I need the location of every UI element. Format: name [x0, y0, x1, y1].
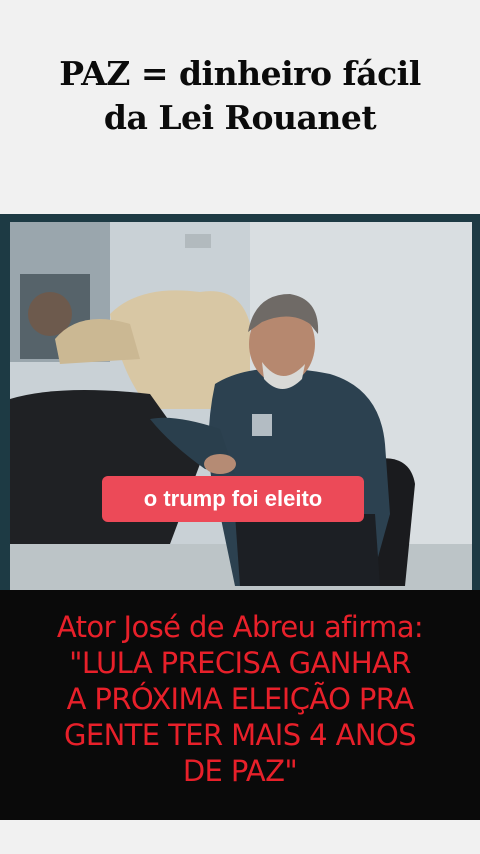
video-caption: o trump foi eleito: [102, 476, 364, 522]
quote-line-1: Ator José de Abreu afirma:: [56, 610, 424, 644]
quote-box: Ator José de Abreu afirma: "LULA PRECISA…: [0, 590, 480, 820]
headline-line-1: PAZ = dinheiro fácil: [59, 54, 421, 93]
bottom-strip: [0, 820, 480, 854]
headline-line-2: da Lei Rouanet: [103, 98, 377, 137]
quote-line-4: GENTE TER MAIS 4 ANOS: [63, 718, 417, 752]
headline: PAZ = dinheiro fácil da Lei Rouanet: [0, 52, 480, 140]
quote-line-5: DE PAZ": [182, 754, 298, 788]
quote-line-2: "LULA PRECISA GANHAR: [69, 646, 411, 680]
quote-line-3: A PRÓXIMA ELEIÇÃO PRA: [66, 682, 414, 716]
video-frame[interactable]: [0, 214, 480, 590]
video-scene: [0, 214, 480, 590]
